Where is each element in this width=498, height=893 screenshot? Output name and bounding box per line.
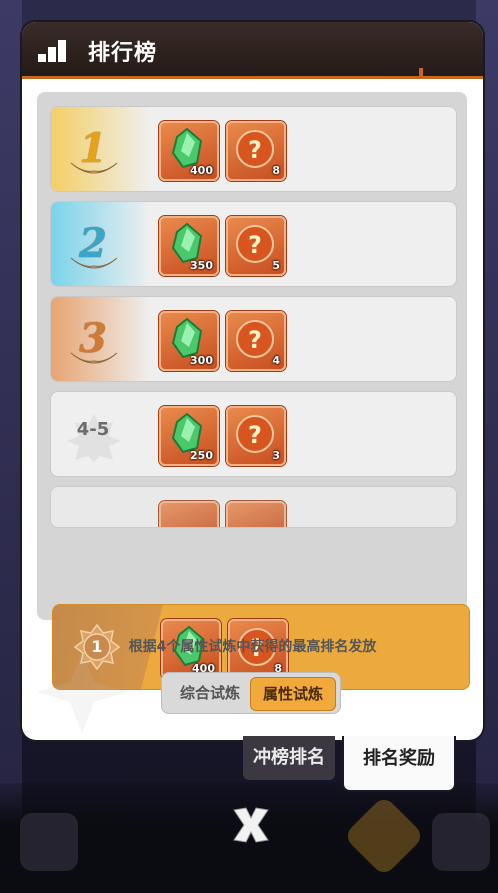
orb-count: 4 (272, 354, 280, 367)
rank-number: 1 (79, 125, 107, 172)
ranking-panel: 排行榜 1 400 ? 8 2 350 ? 5 3 300 ? 4 4-5 25… (22, 22, 483, 740)
rank-badge: 3 (51, 297, 151, 381)
bottom-icon-left (20, 813, 78, 871)
gem-reward-slot[interactable]: 300 (159, 311, 219, 371)
svg-text:?: ? (248, 326, 262, 354)
orb-reward-slot[interactable]: ? 8 (226, 121, 286, 181)
svg-text:?: ? (248, 421, 262, 449)
header-notch (419, 68, 423, 78)
rank-row: 4-5 250 ? 3 (50, 391, 457, 477)
rank-row: 2 350 ? 5 (50, 201, 457, 287)
gem-reward-slot[interactable]: 400 (159, 121, 219, 181)
bottom-icon-right (432, 813, 490, 871)
svg-text:?: ? (248, 136, 262, 164)
gem-reward-slot[interactable]: 350 (159, 216, 219, 276)
rank-badge: 2 (51, 202, 151, 286)
svg-text:?: ? (248, 231, 262, 259)
orb-count: 5 (272, 259, 280, 272)
tab-rank-rewards[interactable]: 排名奖励 (342, 736, 456, 792)
orb-reward-slot[interactable]: ? 5 (226, 216, 286, 276)
gem-count: 400 (190, 164, 213, 177)
ranking-bars-icon (38, 40, 66, 62)
gem-count: 350 (190, 259, 213, 272)
toggle-comprehensive[interactable]: 综合试炼 (168, 677, 252, 709)
close-icon[interactable] (226, 800, 276, 850)
background-stripe-left (0, 0, 22, 893)
orb-count: 8 (272, 164, 280, 177)
orb-reward-slot[interactable]: ? 3 (226, 406, 286, 466)
gem-count: 300 (190, 354, 213, 367)
orb-count: 3 (272, 449, 280, 462)
panel-title: 排行榜 (88, 41, 158, 66)
panel-header: 排行榜 (22, 22, 483, 79)
rank-range: 4-5 (76, 419, 110, 440)
toggle-attribute[interactable]: 属性试炼 (250, 677, 336, 711)
rank-row-partial (50, 486, 457, 528)
decorative-star-icon (37, 652, 127, 734)
rank-row: 3 300 ? 4 (50, 296, 457, 382)
gem-count: 250 (190, 449, 213, 462)
reward-note: 根据4个属性试炼中获得的最高排名发放 (128, 639, 377, 655)
rank-number: 2 (79, 220, 107, 267)
reward-list[interactable]: 1 400 ? 8 2 350 ? 5 3 300 ? 4 4-5 250 ? … (37, 92, 470, 690)
gem-reward-slot[interactable]: 250 (159, 406, 219, 466)
orb-reward-slot[interactable] (226, 501, 286, 527)
gem-reward-slot[interactable] (159, 501, 219, 527)
rank-badge: 4-5 (51, 392, 151, 476)
tab-rankings[interactable]: 冲榜排名 (243, 736, 335, 780)
orb-reward-slot[interactable]: ? 4 (226, 311, 286, 371)
rank-number: 3 (79, 315, 107, 362)
trial-type-toggle: 综合试炼 属性试炼 (161, 672, 341, 714)
rank-row: 1 400 ? 8 (50, 106, 457, 192)
bottom-icon-diamond (342, 794, 426, 878)
rank-badge: 1 (51, 107, 151, 191)
